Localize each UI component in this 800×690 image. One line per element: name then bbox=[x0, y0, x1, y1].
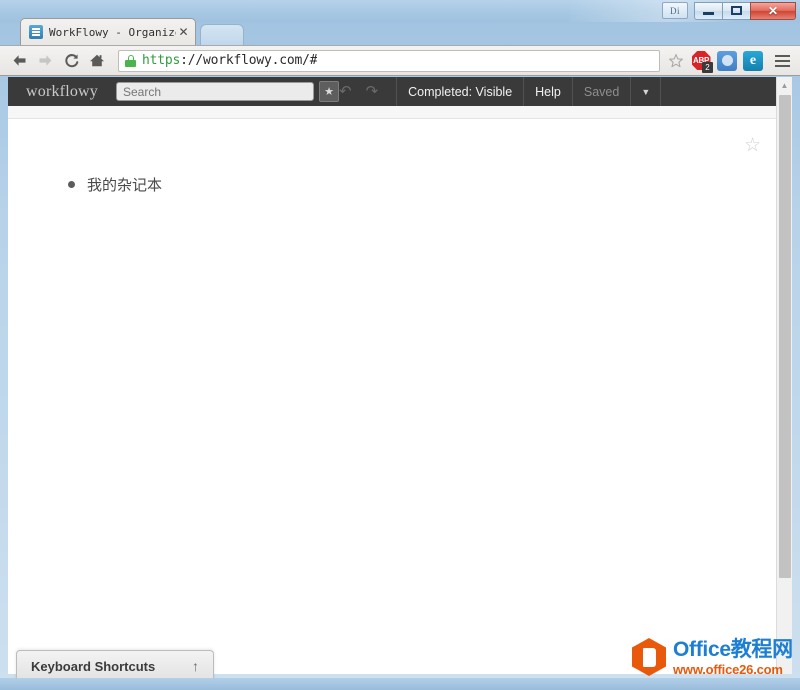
new-tab-button[interactable] bbox=[200, 24, 244, 45]
list-item[interactable]: 我的杂记本 bbox=[68, 174, 162, 195]
redo-icon[interactable]: ↷ bbox=[366, 84, 379, 99]
help-button[interactable]: Help bbox=[523, 77, 572, 106]
scrollbar-thumb[interactable] bbox=[779, 95, 791, 578]
browser-toolbar: https://workflowy.com/# ABP 2 e bbox=[0, 45, 800, 76]
secure-lock-icon bbox=[125, 54, 136, 67]
address-bar[interactable]: https://workflowy.com/# bbox=[118, 49, 660, 72]
search-area: ★ bbox=[116, 81, 339, 102]
window-bottom-edge bbox=[0, 678, 800, 690]
workflowy-app-bar: workflowy ★ ↶ ↷ Completed: Visible Help … bbox=[8, 77, 792, 106]
maximize-icon bbox=[731, 6, 742, 15]
maximize-button[interactable] bbox=[722, 1, 751, 20]
undo-icon[interactable]: ↶ bbox=[339, 84, 352, 99]
chevron-down-icon[interactable]: ▼ bbox=[630, 77, 660, 106]
outline-list: 我的杂记本 bbox=[68, 174, 162, 195]
back-button[interactable] bbox=[6, 48, 32, 74]
watermark-text: Office教程网 www.office26.com bbox=[673, 639, 793, 676]
watermark-title-cn: 教程网 bbox=[730, 637, 793, 661]
browser-window: Di ✕ WorkFlowy - Organize yo ✕ bbox=[0, 0, 800, 690]
completed-visible-button[interactable]: Completed: Visible bbox=[396, 77, 523, 106]
watermark-title: Office教程网 bbox=[673, 639, 793, 660]
extension-adblock-plus[interactable]: ABP 2 bbox=[690, 50, 713, 73]
keyboard-shortcuts-label: Keyboard Shortcuts bbox=[31, 658, 156, 674]
tab-workflowy[interactable]: WorkFlowy - Organize yo ✕ bbox=[20, 18, 196, 45]
url-scheme: https bbox=[142, 53, 181, 68]
forward-button[interactable] bbox=[32, 48, 58, 74]
search-input[interactable] bbox=[116, 82, 314, 101]
close-button[interactable]: ✕ bbox=[750, 1, 796, 20]
e-icon: e bbox=[743, 50, 763, 71]
watermark: Office教程网 www.office26.com bbox=[632, 638, 793, 676]
workflowy-logo[interactable]: workflowy bbox=[8, 83, 116, 101]
watermark-title-en: Office bbox=[673, 637, 731, 661]
tab-strip: WorkFlowy - Organize yo ✕ bbox=[0, 18, 800, 45]
keyboard-shortcuts-button[interactable]: Keyboard Shortcuts ↑ bbox=[16, 650, 214, 681]
chrome-menu-icon[interactable] bbox=[770, 54, 794, 67]
bookmark-star-icon[interactable] bbox=[666, 53, 686, 69]
reload-button[interactable] bbox=[58, 48, 84, 74]
extension-e[interactable]: e bbox=[742, 50, 764, 72]
abp-badge-count: 2 bbox=[702, 61, 713, 73]
undo-redo-group: ↶ ↷ bbox=[339, 84, 396, 99]
page-star-icon[interactable]: ☆ bbox=[744, 136, 761, 155]
minimize-icon bbox=[703, 12, 714, 15]
bullet-icon[interactable] bbox=[68, 181, 75, 188]
page-top-strip bbox=[8, 106, 792, 119]
extension-blue-circle[interactable] bbox=[716, 50, 738, 72]
tab-title: WorkFlowy - Organize yo bbox=[49, 25, 176, 39]
page-content: ☆ 我的杂记本 bbox=[8, 119, 792, 674]
home-button[interactable] bbox=[84, 48, 110, 74]
app-bar-tail bbox=[660, 77, 792, 106]
url-rest: ://workflowy.com/# bbox=[180, 53, 318, 68]
url-text: https://workflowy.com/# bbox=[142, 53, 317, 68]
outline-item-label[interactable]: 我的杂记本 bbox=[87, 174, 162, 195]
blue-circle-icon bbox=[717, 50, 737, 71]
scrollbar-up-arrow-icon[interactable]: ▲ bbox=[777, 77, 792, 93]
saved-status: Saved bbox=[571, 77, 630, 106]
search-star-button[interactable]: ★ bbox=[319, 81, 339, 102]
workflowy-favicon-icon bbox=[29, 25, 43, 39]
tab-close-icon[interactable]: ✕ bbox=[176, 25, 191, 40]
watermark-url: www.office26.com bbox=[673, 661, 783, 677]
minimize-button[interactable] bbox=[694, 1, 723, 20]
arrow-up-icon: ↑ bbox=[192, 658, 199, 674]
page-scrollbar[interactable]: ▲ bbox=[776, 77, 792, 674]
di-toolbar-button[interactable]: Di bbox=[662, 2, 688, 19]
office-logo-icon bbox=[632, 638, 666, 676]
